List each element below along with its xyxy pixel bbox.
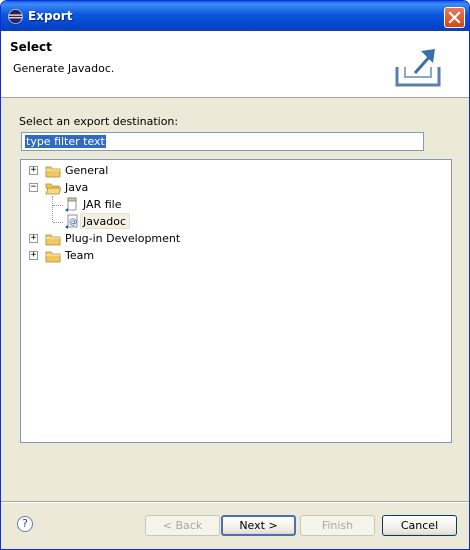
next-button[interactable]: Next > bbox=[221, 515, 296, 536]
tree-item-javadoc[interactable]: @ Javadoc bbox=[65, 213, 185, 230]
tree-item-team[interactable]: + Team bbox=[27, 247, 227, 264]
tree-item-java[interactable]: − Java bbox=[27, 179, 227, 196]
tree-item-label: Team bbox=[65, 249, 95, 262]
tree-item-label: General bbox=[65, 164, 109, 177]
footer-separator bbox=[1, 501, 469, 503]
close-button[interactable] bbox=[444, 7, 465, 28]
export-dialog: Export Select Generate Javadoc. Select a… bbox=[0, 0, 470, 550]
eclipse-icon bbox=[8, 9, 23, 24]
back-button[interactable]: < Back bbox=[145, 515, 220, 536]
tree-item-label: Java bbox=[65, 181, 89, 194]
tree-item-label: Plug-in Development bbox=[65, 232, 181, 245]
destination-label: Select an export destination: bbox=[19, 115, 179, 128]
folder-icon bbox=[45, 166, 61, 178]
tree-connector bbox=[53, 222, 63, 223]
window-title: Export bbox=[28, 9, 73, 23]
help-icon[interactable]: ? bbox=[17, 516, 33, 532]
open-folder-icon bbox=[45, 183, 61, 195]
tree-item-label: JAR file bbox=[83, 198, 122, 211]
expand-toggle[interactable]: + bbox=[29, 234, 38, 243]
folder-icon bbox=[45, 234, 61, 246]
jar-file-icon bbox=[65, 197, 77, 212]
tree-connector bbox=[53, 205, 63, 206]
filter-input[interactable]: type filter text bbox=[21, 132, 424, 151]
export-wizard-icon bbox=[395, 49, 441, 87]
filter-text: type filter text bbox=[25, 135, 106, 148]
tree-item-label: Javadoc bbox=[83, 215, 126, 228]
expand-toggle[interactable]: + bbox=[29, 251, 38, 260]
tree-item-plugin-development[interactable]: + Plug-in Development bbox=[27, 230, 247, 247]
finish-button[interactable]: Finish bbox=[300, 515, 375, 536]
collapse-toggle[interactable]: − bbox=[29, 183, 38, 192]
close-icon bbox=[448, 11, 461, 24]
tree-item-jar-file[interactable]: JAR file bbox=[65, 196, 185, 213]
tree-item-general[interactable]: + General bbox=[27, 162, 227, 179]
wizard-header: Select Generate Javadoc. bbox=[1, 31, 469, 98]
tree-connector bbox=[52, 196, 53, 222]
cancel-button[interactable]: Cancel bbox=[382, 515, 457, 536]
page-description: Generate Javadoc. bbox=[13, 62, 115, 75]
export-destination-tree[interactable]: + General − Java JAR file @ Javadoc + Pl… bbox=[20, 159, 452, 443]
page-title: Select bbox=[10, 40, 52, 54]
title-bar[interactable]: Export bbox=[1, 1, 469, 31]
expand-toggle[interactable]: + bbox=[29, 166, 38, 175]
folder-icon bbox=[45, 251, 61, 263]
svg-text:@: @ bbox=[69, 217, 77, 226]
javadoc-icon: @ bbox=[65, 214, 78, 229]
